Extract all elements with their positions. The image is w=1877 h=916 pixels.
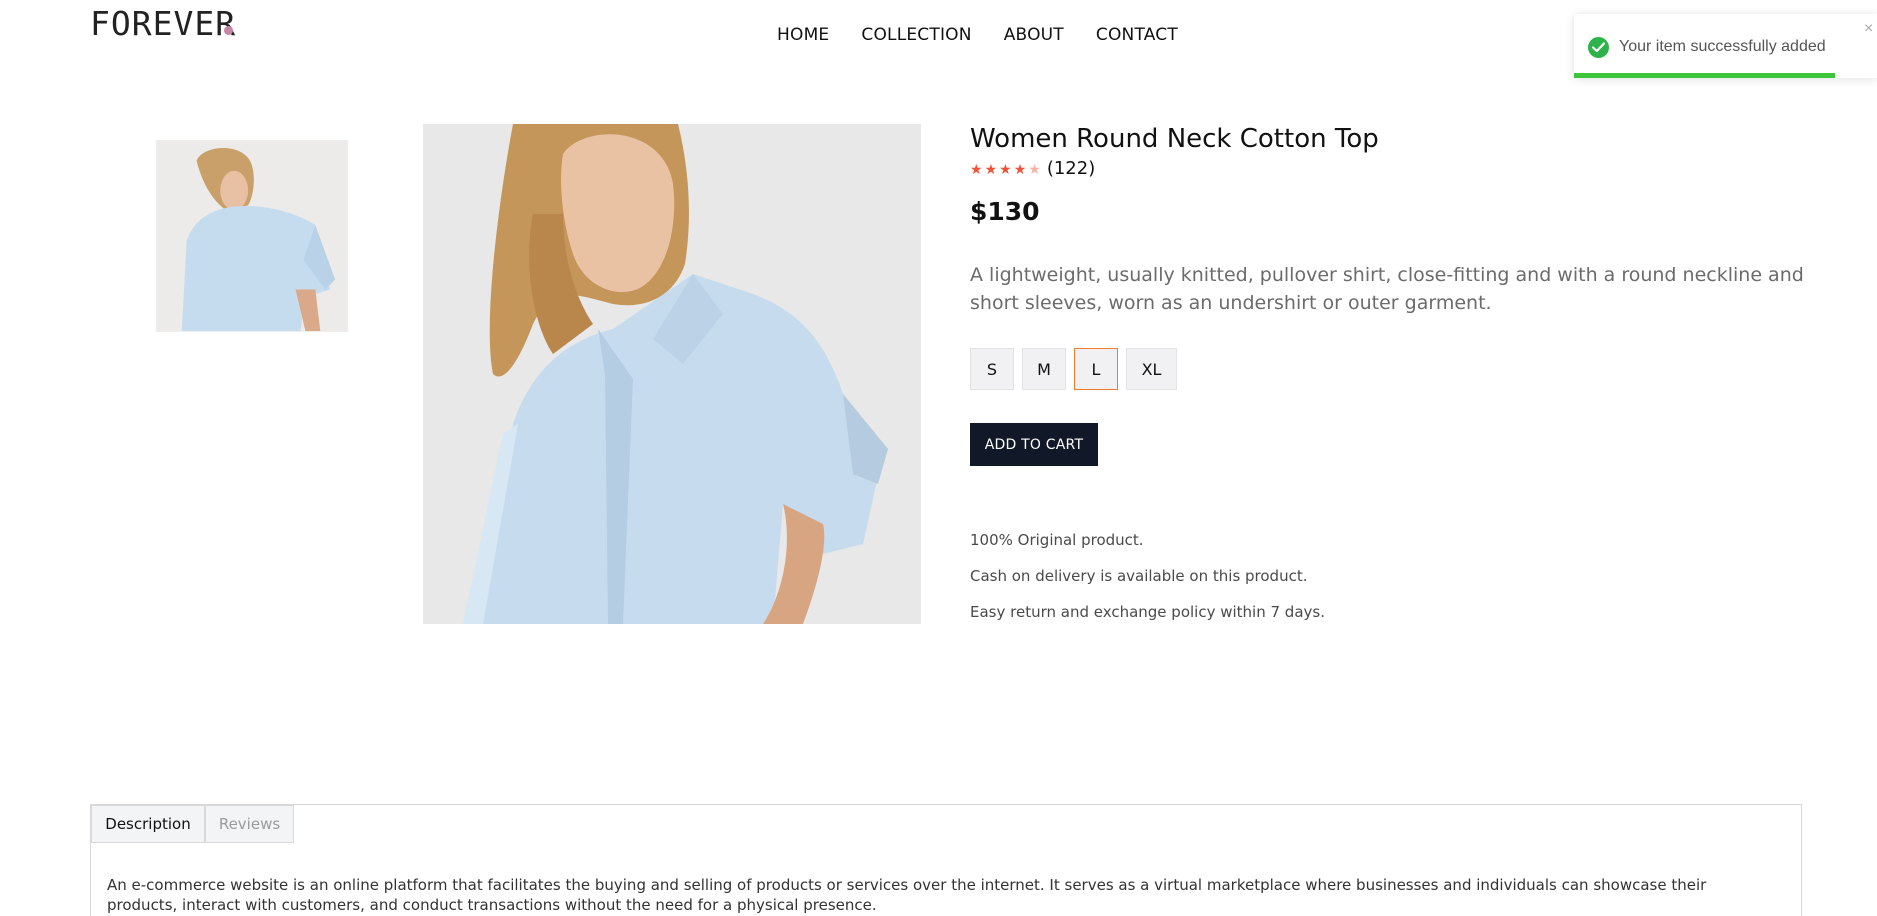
nav-collection[interactable]: COLLECTION — [861, 25, 971, 45]
star-filled-icon: ★ — [970, 162, 983, 178]
size-selector: S M L XL — [970, 348, 1177, 390]
nav-home[interactable]: HOME — [777, 25, 829, 45]
tab-description-body: An e-commerce website is an online platf… — [107, 876, 1707, 914]
logo-dot — [224, 26, 233, 35]
star-empty-icon: ★ — [1028, 162, 1041, 178]
rating-stars: ★ ★ ★ ★ ★ — [970, 159, 1043, 178]
size-option-s[interactable]: S — [970, 348, 1014, 390]
toast-progress-bar — [1574, 73, 1835, 78]
size-option-xl[interactable]: XL — [1126, 348, 1177, 390]
star-filled-icon: ★ — [984, 162, 998, 178]
main-nav: HOME COLLECTION ABOUT CONTACT — [777, 25, 1178, 45]
add-to-cart-button[interactable]: ADD TO CART — [970, 423, 1098, 466]
size-option-m[interactable]: M — [1022, 348, 1066, 390]
success-toast[interactable]: Your item successfully added × — [1574, 14, 1877, 78]
tab-description[interactable]: Description — [91, 805, 205, 843]
feature-original: 100% Original product. — [970, 531, 1144, 549]
feature-returns: Easy return and exchange policy within 7… — [970, 603, 1325, 621]
product-title: Women Round Neck Cotton Top — [970, 124, 1379, 154]
product-description: A lightweight, usually knitted, pullover… — [970, 264, 1804, 314]
nav-contact[interactable]: CONTACT — [1096, 25, 1178, 45]
size-option-l[interactable]: L — [1074, 348, 1118, 390]
close-icon[interactable]: × — [1864, 20, 1873, 38]
product-thumbnail[interactable] — [156, 140, 348, 332]
feature-cod: Cash on delivery is available on this pr… — [970, 567, 1308, 585]
nav-about[interactable]: ABOUT — [1004, 25, 1064, 45]
star-filled-icon: ★ — [1013, 162, 1027, 178]
check-circle-icon — [1588, 37, 1609, 58]
tab-reviews[interactable]: Reviews — [205, 805, 294, 843]
product-price: $130 — [970, 197, 1040, 226]
star-filled-icon: ★ — [999, 162, 1012, 178]
brand-logo[interactable]: FOREVER — [90, 4, 236, 43]
toast-progress-track — [1574, 73, 1877, 78]
toast-message: Your item successfully added — [1619, 38, 1826, 55]
product-main-image — [423, 124, 921, 624]
rating-count: (122) — [1046, 158, 1096, 179]
product-rating: ★ ★ ★ ★ ★ (122) — [970, 158, 1095, 179]
product-thumbnail-image — [157, 141, 347, 331]
product-photo — [423, 124, 921, 624]
